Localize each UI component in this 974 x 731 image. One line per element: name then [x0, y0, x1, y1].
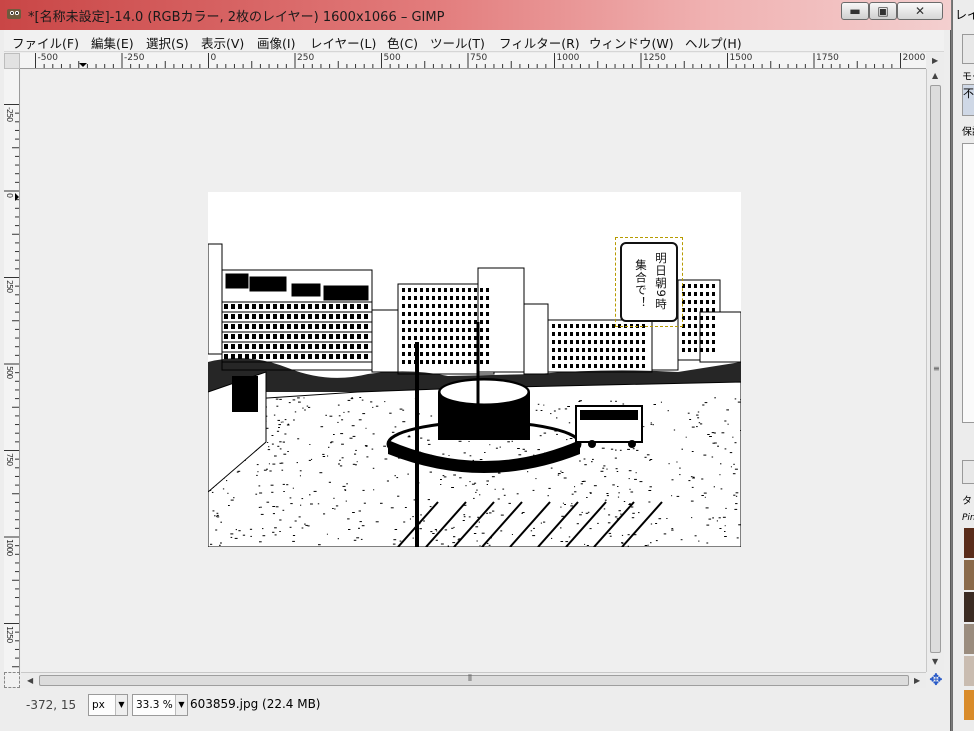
brush-swatch[interactable] — [964, 690, 974, 720]
brush-toolbar[interactable] — [962, 460, 974, 484]
horizontal-scroll-thumb[interactable]: ⦀ — [39, 674, 909, 686]
close-button[interactable]: ✕ — [897, 2, 943, 20]
gimp-image-window: *[名称未設定]-14.0 (RGBカラー, 2枚のレイヤー) 1600x106… — [0, 0, 951, 731]
ruler-label: 750 — [5, 452, 14, 465]
chevron-down-icon[interactable]: ▼ — [175, 695, 187, 715]
horizontal-ruler[interactable]: -500 -250 0 250 500 750 1000 1250 1500 1750 2000 — [20, 53, 926, 69]
menu-file[interactable]: ファイル(F) — [12, 33, 79, 52]
brush-swatch[interactable] — [964, 528, 974, 558]
menu-layer[interactable]: レイヤー(L) — [310, 33, 376, 52]
unit-selector[interactable]: px ▼ — [88, 694, 128, 716]
menu-help[interactable]: ヘルプ(H) — [685, 33, 742, 52]
vertical-ruler[interactable]: -250 0 250 500 750 1000 1250 — [4, 69, 20, 672]
ruler-label: -500 — [37, 53, 58, 63]
scroll-left-icon[interactable]: ◀ — [27, 676, 33, 685]
ruler-label: 1750 — [816, 53, 839, 63]
scroll-down-icon[interactable]: ▼ — [932, 657, 938, 666]
file-info: 603859.jpg (22.4 MB) — [190, 697, 321, 711]
ruler-label: 0 — [5, 193, 14, 198]
ruler-end: ▶ — [926, 53, 944, 69]
menu-select[interactable]: 選択(S) — [146, 33, 189, 52]
horizontal-scrollbar[interactable]: ◀ ⦀ ▶ — [21, 672, 926, 688]
brush-name: Pin — [962, 513, 974, 523]
zoom-value[interactable]: 33.3 % — [136, 699, 173, 711]
ruler-label: -250 — [124, 53, 145, 63]
menu-tools[interactable]: ツール(T) — [430, 33, 485, 52]
scroll-right-icon[interactable]: ▶ — [914, 676, 920, 685]
grip-icon: ⦀ — [468, 674, 472, 684]
speech-text-line2[interactable]: 集合で！ — [633, 259, 649, 309]
menu-bar: ファイル(F) 編集(E) 選択(S) 表示(V) 画像(I) レイヤー(L) … — [4, 30, 944, 52]
mode-combo[interactable]: 不 — [962, 84, 974, 116]
vertical-scroll-thumb[interactable]: ≡ — [930, 85, 941, 653]
window-title: *[名称未設定]-14.0 (RGBカラー, 2枚のレイヤー) 1600x106… — [28, 10, 445, 25]
image-canvas[interactable]: 明日朝9時 集合で！ — [208, 192, 741, 547]
menu-image[interactable]: 画像(I) — [257, 33, 295, 52]
navigate-icon[interactable]: ✥ — [927, 671, 945, 689]
ruler-label: 250 — [297, 53, 315, 63]
minimize-button[interactable]: ▬ — [841, 2, 869, 20]
brush-swatch[interactable] — [964, 592, 974, 622]
vertical-scrollbar[interactable]: ▲ ≡ ▼ — [926, 69, 944, 672]
canvas-area[interactable]: 明日朝9時 集合で！ — [21, 70, 926, 672]
mode-value: 不 — [963, 87, 974, 100]
ruler-label: 250 — [5, 279, 14, 292]
speech-bubble: 明日朝9時 集合で！ — [620, 242, 678, 322]
scroll-up-icon[interactable]: ▲ — [932, 71, 938, 80]
ruler-label: 2000 — [902, 53, 926, 63]
dock-tab-strip[interactable] — [962, 34, 974, 64]
ruler-label: 1250 — [643, 53, 666, 63]
ruler-label: 1000 — [556, 53, 580, 63]
dock-title[interactable]: レイ — [955, 6, 974, 23]
chevron-down-icon[interactable]: ▼ — [115, 695, 127, 715]
ruler-label: 1500 — [729, 53, 753, 63]
pointer-marker-icon — [79, 63, 87, 67]
status-bar: -372, 15 px ▼ 33.3 % ▼ 603859.jpg (22.4 … — [4, 689, 946, 723]
gimp-app-icon — [7, 9, 21, 19]
grip-icon: ≡ — [933, 364, 940, 373]
mode-label: モー — [962, 72, 974, 83]
title-bar[interactable]: *[名称未設定]-14.0 (RGBカラー, 2枚のレイヤー) 1600x106… — [0, 0, 951, 30]
pointer-coordinates: -372, 15 — [26, 698, 77, 712]
menu-filters[interactable]: フィルター(R) — [499, 33, 580, 52]
brush-swatch[interactable] — [964, 656, 974, 686]
zoom-selector[interactable]: 33.3 % ▼ — [132, 694, 188, 716]
ruler-corner[interactable] — [4, 53, 20, 69]
ruler-label: 1250 — [5, 625, 14, 642]
ruler-label: -250 — [5, 106, 14, 121]
unit-value: px — [92, 699, 105, 711]
ruler-label: 0 — [210, 53, 217, 63]
speech-text-line1[interactable]: 明日朝9時 — [653, 252, 669, 310]
text-box-selection[interactable]: 明日朝9時 集合で！ — [615, 237, 683, 327]
brush-filter-label: タ — [962, 496, 972, 507]
ruler-label: 500 — [383, 53, 401, 63]
layers-dock: レイ モー 不 保護 タ Pin — [952, 0, 974, 731]
menu-view[interactable]: 表示(V) — [201, 33, 244, 52]
quick-mask-toggle[interactable] — [4, 672, 20, 688]
menu-edit[interactable]: 編集(E) — [91, 33, 134, 52]
maximize-button[interactable]: ▣ — [869, 2, 897, 20]
ruler-label: 1000 — [5, 539, 14, 556]
layer-list[interactable] — [962, 143, 974, 423]
brush-swatch[interactable] — [964, 560, 974, 590]
lock-label: 保護 — [962, 127, 974, 138]
ruler-label: 500 — [5, 366, 14, 379]
brush-swatch[interactable] — [964, 624, 974, 654]
chevron-right-icon: ▶ — [932, 56, 939, 65]
ruler-label: 750 — [470, 53, 488, 63]
menu-colors[interactable]: 色(C) — [387, 33, 418, 52]
menu-windows[interactable]: ウィンドウ(W) — [589, 33, 674, 52]
